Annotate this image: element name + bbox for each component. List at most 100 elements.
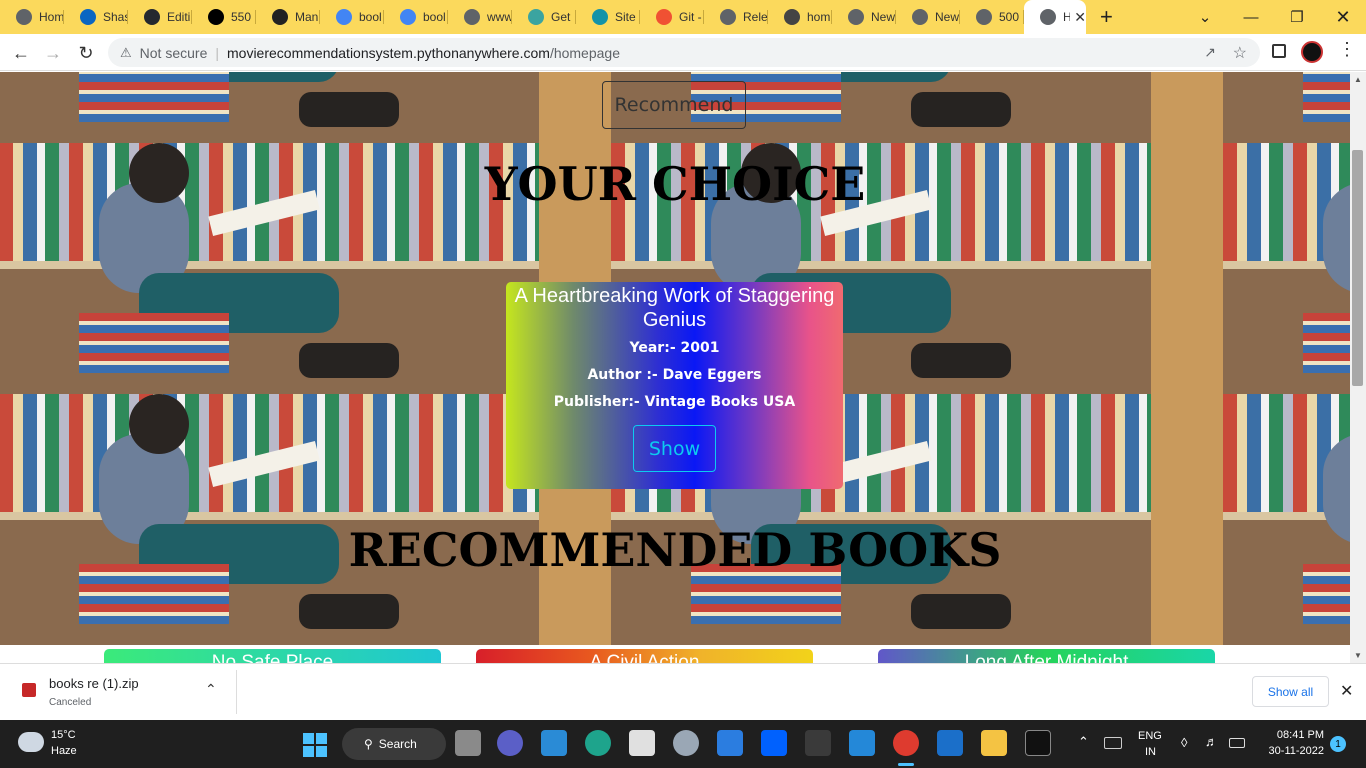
chat-icon[interactable] xyxy=(497,730,523,756)
tab-search-chevron-icon[interactable]: ⌄ xyxy=(1182,0,1228,34)
battery-icon[interactable] xyxy=(1229,738,1245,748)
close-window-button[interactable]: ✕ xyxy=(1320,0,1366,34)
address-separator: | xyxy=(215,44,219,61)
remote-desktop-icon[interactable] xyxy=(541,730,567,756)
menu-kebab-icon[interactable]: ⋮ xyxy=(1338,39,1356,60)
vscode-icon[interactable] xyxy=(849,730,875,756)
minimize-button[interactable]: — xyxy=(1228,0,1274,34)
address-bar[interactable]: ⚠ Not secure | movierecommendationsystem… xyxy=(108,38,1260,67)
keyboard-icon[interactable] xyxy=(1104,737,1122,749)
back-button[interactable]: ← xyxy=(9,41,33,65)
warning-icon[interactable]: ⚠ xyxy=(120,45,132,61)
dropbox-icon[interactable] xyxy=(761,730,787,756)
tab-label: Shas xyxy=(103,10,128,24)
recommended-book-card[interactable]: No Safe Place xyxy=(104,649,441,663)
browser-tab[interactable]: Rele xyxy=(704,0,768,34)
browser-tab[interactable]: 500 xyxy=(960,0,1024,34)
browser-tab[interactable]: Shas xyxy=(64,0,128,34)
windows-start-icon[interactable] xyxy=(303,733,327,757)
close-download-bar-icon[interactable]: ✕ xyxy=(1340,681,1353,701)
browser-tab[interactable]: Git - xyxy=(640,0,704,34)
download-filename[interactable]: books re (1).zip xyxy=(49,676,139,691)
task-view-icon[interactable] xyxy=(455,730,481,756)
language-code[interactable]: ENG xyxy=(1138,730,1162,742)
swirl-icon xyxy=(784,9,800,25)
browser-tab[interactable]: hom xyxy=(768,0,832,34)
chrome-icon[interactable] xyxy=(893,730,919,756)
close-tab-icon[interactable]: ✕ xyxy=(1074,9,1086,26)
browser-tab[interactable]: H ✕ xyxy=(1024,0,1086,34)
browser-tab[interactable]: New xyxy=(832,0,896,34)
forward-button[interactable]: → xyxy=(41,41,65,65)
scrollbar-thumb[interactable] xyxy=(1352,150,1363,386)
reload-button[interactable]: ↻ xyxy=(74,41,98,65)
edit-icon xyxy=(528,9,544,25)
chrome-icon xyxy=(848,9,864,25)
your-choice-heading: YOUR CHOICE xyxy=(484,157,866,211)
notepad-window-icon[interactable] xyxy=(937,730,963,756)
mail-icon[interactable] xyxy=(717,730,743,756)
file-explorer-icon[interactable] xyxy=(981,730,1007,756)
recommended-book-title: A Civil Action xyxy=(589,652,700,663)
browser-tab[interactable]: Man xyxy=(256,0,320,34)
browser-tab[interactable]: Get xyxy=(512,0,576,34)
scroll-down-arrow-icon[interactable]: ▼ xyxy=(1354,651,1362,660)
wifi-icon[interactable]: ◊ xyxy=(1181,735,1187,750)
tab-label: 500 xyxy=(999,10,1020,24)
weather-condition[interactable]: Haze xyxy=(51,745,77,757)
profile-avatar[interactable] xyxy=(1301,41,1323,63)
share-icon[interactable]: ↗ xyxy=(1204,44,1216,61)
store-icon[interactable] xyxy=(629,730,655,756)
weather-haze-icon[interactable] xyxy=(18,732,44,752)
recommended-book-card[interactable]: A Civil Action xyxy=(476,649,813,663)
recommend-button[interactable]: Recommend xyxy=(602,81,746,129)
clock-date[interactable]: 30-11-2022 xyxy=(1258,745,1324,757)
browser-tab[interactable]: www xyxy=(448,0,512,34)
tab-label: New xyxy=(935,10,960,24)
scroll-up-arrow-icon[interactable]: ▲ xyxy=(1354,75,1362,84)
globe-icon xyxy=(464,9,480,25)
taskbar-search[interactable]: ⚲ Search xyxy=(342,728,446,760)
recommended-book-card[interactable]: Long After Midnight xyxy=(878,649,1215,663)
notification-badge[interactable]: 1 xyxy=(1330,736,1346,752)
browser-tab[interactable]: Hom xyxy=(0,0,64,34)
globe-icon xyxy=(16,9,32,25)
bookmark-star-icon[interactable]: ☆ xyxy=(1233,43,1247,63)
tab-label: bool xyxy=(423,10,446,24)
url-host[interactable]: movierecommendationsystem.pythonanywhere… xyxy=(227,45,550,61)
taskbar-search-label: Search xyxy=(378,737,417,751)
edge-icon[interactable] xyxy=(585,730,611,756)
chevron-up-icon[interactable]: ⌃ xyxy=(205,681,217,698)
git-icon xyxy=(656,9,672,25)
book-year: Year:- 2001 xyxy=(629,340,720,356)
browser-tab[interactable]: bool xyxy=(320,0,384,34)
google-icon xyxy=(336,9,352,25)
recommended-book-title: No Safe Place xyxy=(211,652,334,663)
background-photo-tile xyxy=(1223,72,1350,143)
browser-tab[interactable]: New xyxy=(896,0,960,34)
url-path[interactable]: /homepage xyxy=(550,45,620,61)
terminal-icon[interactable] xyxy=(1025,730,1051,756)
browser-tab[interactable]: Site xyxy=(576,0,640,34)
side-panel-icon[interactable] xyxy=(1272,44,1286,58)
tab-label: www xyxy=(487,10,512,24)
browser-tab[interactable]: 550 xyxy=(192,0,256,34)
settings-gear-icon[interactable] xyxy=(673,730,699,756)
zip-file-icon xyxy=(22,683,36,697)
language-region[interactable]: IN xyxy=(1145,746,1156,758)
weather-temperature[interactable]: 15°C xyxy=(51,729,76,741)
browser-tab[interactable]: bool xyxy=(384,0,448,34)
show-all-button[interactable]: Show all xyxy=(1252,676,1329,707)
security-label[interactable]: Not secure xyxy=(140,45,208,61)
restore-button[interactable]: ❐ xyxy=(1274,0,1320,34)
show-button[interactable]: Show xyxy=(633,425,716,472)
clock-time[interactable]: 08:41 PM xyxy=(1262,729,1324,741)
chevron-up-icon[interactable]: ⌃ xyxy=(1078,734,1089,750)
new-tab-button[interactable]: + xyxy=(1100,4,1120,30)
app-lightning-icon[interactable] xyxy=(805,730,831,756)
tab-label: H xyxy=(1063,10,1071,24)
globe-icon xyxy=(1040,9,1056,25)
book-title: A Heartbreaking Work of Staggering Geniu… xyxy=(514,285,835,331)
browser-tab[interactable]: Editi xyxy=(128,0,192,34)
volume-icon[interactable]: ♬ xyxy=(1205,734,1218,749)
